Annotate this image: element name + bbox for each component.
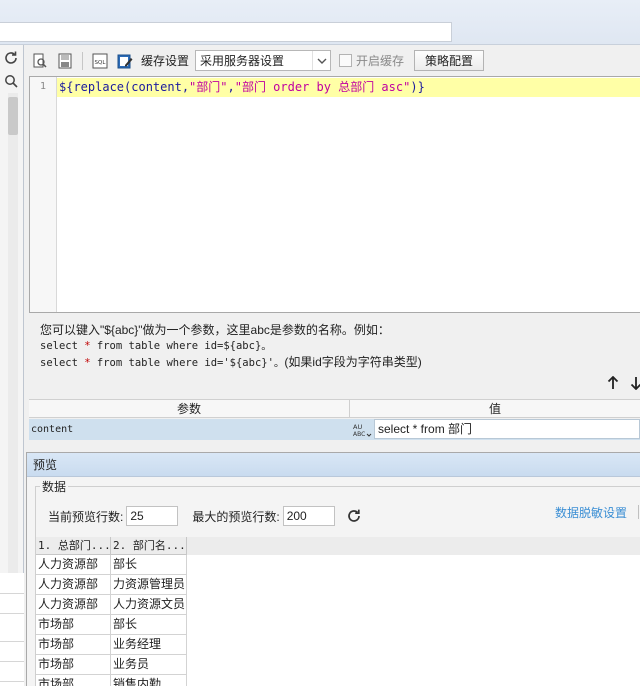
toolbar-separator — [82, 51, 83, 70]
enable-cache-label: 开启缓存 — [356, 54, 405, 68]
table-cell: 销售内勤 — [111, 675, 187, 686]
help-intro: 您可以键入"${abc}"做为一个参数，这里abc是参数的名称。例如： — [40, 323, 390, 337]
table-cell: 人力资源部 — [36, 575, 111, 595]
data-group-label: 数据 — [40, 478, 69, 495]
column-header[interactable]: 2. 部门名... — [111, 537, 187, 555]
left-list — [0, 573, 24, 686]
table-cell: 人力资源部 — [36, 555, 111, 575]
line-number: 1 — [39, 81, 46, 92]
help-note: (如果id字段为字符串类型) — [284, 355, 422, 369]
save-icon[interactable] — [54, 50, 76, 72]
table-cell: 市场部 — [36, 675, 111, 686]
enable-cache-checkbox[interactable]: 开启缓存 — [339, 52, 404, 69]
arrow-up-icon[interactable] — [605, 374, 621, 392]
strategy-config-button[interactable]: 策略配置 — [414, 50, 485, 71]
max-rows-label: 最大的预览行数: — [192, 509, 280, 524]
table-cell: 人力资源部 — [36, 595, 111, 615]
left-scrollbar[interactable] — [8, 93, 18, 573]
chevron-down-icon[interactable] — [312, 51, 330, 70]
code-token: , — [227, 80, 235, 94]
checkbox-box[interactable] — [339, 54, 353, 67]
line-gutter: 1 — [30, 77, 57, 312]
table-cell: 部长 — [111, 555, 187, 575]
table-row: 市场部 业务经理 — [36, 635, 640, 655]
help-text: select — [40, 340, 85, 352]
svg-text:SQL: SQL — [95, 60, 107, 66]
dataset-toolbar: SQL 缓存设置 采用服务器设置 开启缓存 策略配置 — [29, 47, 640, 74]
param-name: content — [31, 424, 74, 435]
table-row: 人力资源部 力资源管理员 — [36, 575, 640, 595]
code-token: ${replace(content, — [59, 80, 190, 94]
top-bar — [0, 0, 640, 45]
code-token: )} — [410, 80, 425, 94]
code-line[interactable]: ${replace(content,"部门","部门 order by 总部门 … — [57, 78, 640, 97]
cache-select-value: 采用服务器设置 — [200, 54, 285, 68]
table-row: 人力资源部 部长 — [36, 555, 640, 575]
table-cell: 业务员 — [111, 655, 187, 675]
help-text: select — [40, 357, 85, 369]
preview-title: 预览 — [27, 453, 640, 477]
arrow-down-icon[interactable] — [628, 374, 640, 392]
table-cell: 部长 — [111, 615, 187, 635]
search-db-icon[interactable] — [29, 50, 51, 72]
name-input[interactable] — [0, 22, 452, 42]
refresh-icon[interactable] — [345, 507, 363, 525]
column-header[interactable]: 1. 总部门... — [36, 537, 111, 555]
help-text: from table where id='${abc}'。 — [90, 357, 285, 369]
preview-table-header: 1. 总部门... 2. 部门名... — [36, 537, 640, 555]
value-column-header: 值 — [488, 402, 501, 416]
parameter-help: 您可以键入"${abc}"做为一个参数，这里abc是参数的名称。例如： sele… — [40, 322, 630, 371]
table-row: 市场部 销售内勤 — [36, 675, 640, 686]
current-rows-input[interactable]: 25 — [126, 506, 179, 526]
table-cell: 业务经理 — [111, 635, 187, 655]
max-rows-input[interactable]: 200 — [282, 506, 335, 526]
sql-icon[interactable]: SQL — [89, 50, 111, 72]
param-table-header: 参数 值 — [29, 399, 640, 418]
cache-settings-select[interactable]: 采用服务器设置 — [195, 50, 332, 71]
table-row: 市场部 业务员 — [36, 655, 640, 675]
current-rows-label: 当前预览行数: — [48, 509, 124, 524]
separator — [638, 505, 639, 519]
cache-settings-label: 缓存设置 — [141, 54, 190, 68]
table-cell: 人力资源文员 — [111, 595, 187, 615]
preview-rows-controls: 当前预览行数: 25 最大的预览行数: 200 — [48, 506, 363, 526]
table-cell: 市场部 — [36, 615, 111, 635]
table-cell: 市场部 — [36, 635, 111, 655]
table-cell: 力资源管理员 — [111, 575, 187, 595]
svg-text:ABC: ABC — [353, 431, 365, 438]
param-value-input[interactable]: select * from 部门 — [374, 419, 640, 439]
preview-table: 1. 总部门... 2. 部门名... 人力资源部 部长 人力资源部 力资源管理员 … — [36, 537, 640, 686]
svg-text:AU: AU — [353, 423, 362, 431]
left-scroll-thumb[interactable] — [8, 97, 18, 135]
table-cell: 市场部 — [36, 655, 111, 675]
code-string: "部门 order by 总部门 asc" — [234, 80, 411, 94]
desensitize-settings-link[interactable]: 数据脱敏设置 — [555, 504, 627, 521]
param-row[interactable]: content AU ABC select * from 部门 — [29, 419, 640, 440]
help-text: from table where id=${abc}。 — [90, 340, 272, 352]
help-example-2: select * from table where id='${abc}'。(如… — [40, 354, 630, 371]
table-row: 人力资源部 人力资源文员 — [36, 595, 640, 615]
edit-icon[interactable] — [114, 50, 136, 72]
help-example-1: select * from table where id=${abc}。 — [40, 338, 630, 354]
refresh-icon[interactable] — [0, 47, 22, 69]
code-string: "部门" — [189, 80, 228, 94]
left-panel — [0, 45, 24, 686]
string-type-icon[interactable]: AU ABC — [350, 419, 374, 440]
search-icon[interactable] — [0, 70, 22, 92]
table-row: 市场部 部长 — [36, 615, 640, 635]
sql-editor[interactable]: 1 ${replace(content,"部门","部门 order by 总部… — [29, 76, 640, 313]
param-column-header: 参数 — [29, 400, 350, 417]
